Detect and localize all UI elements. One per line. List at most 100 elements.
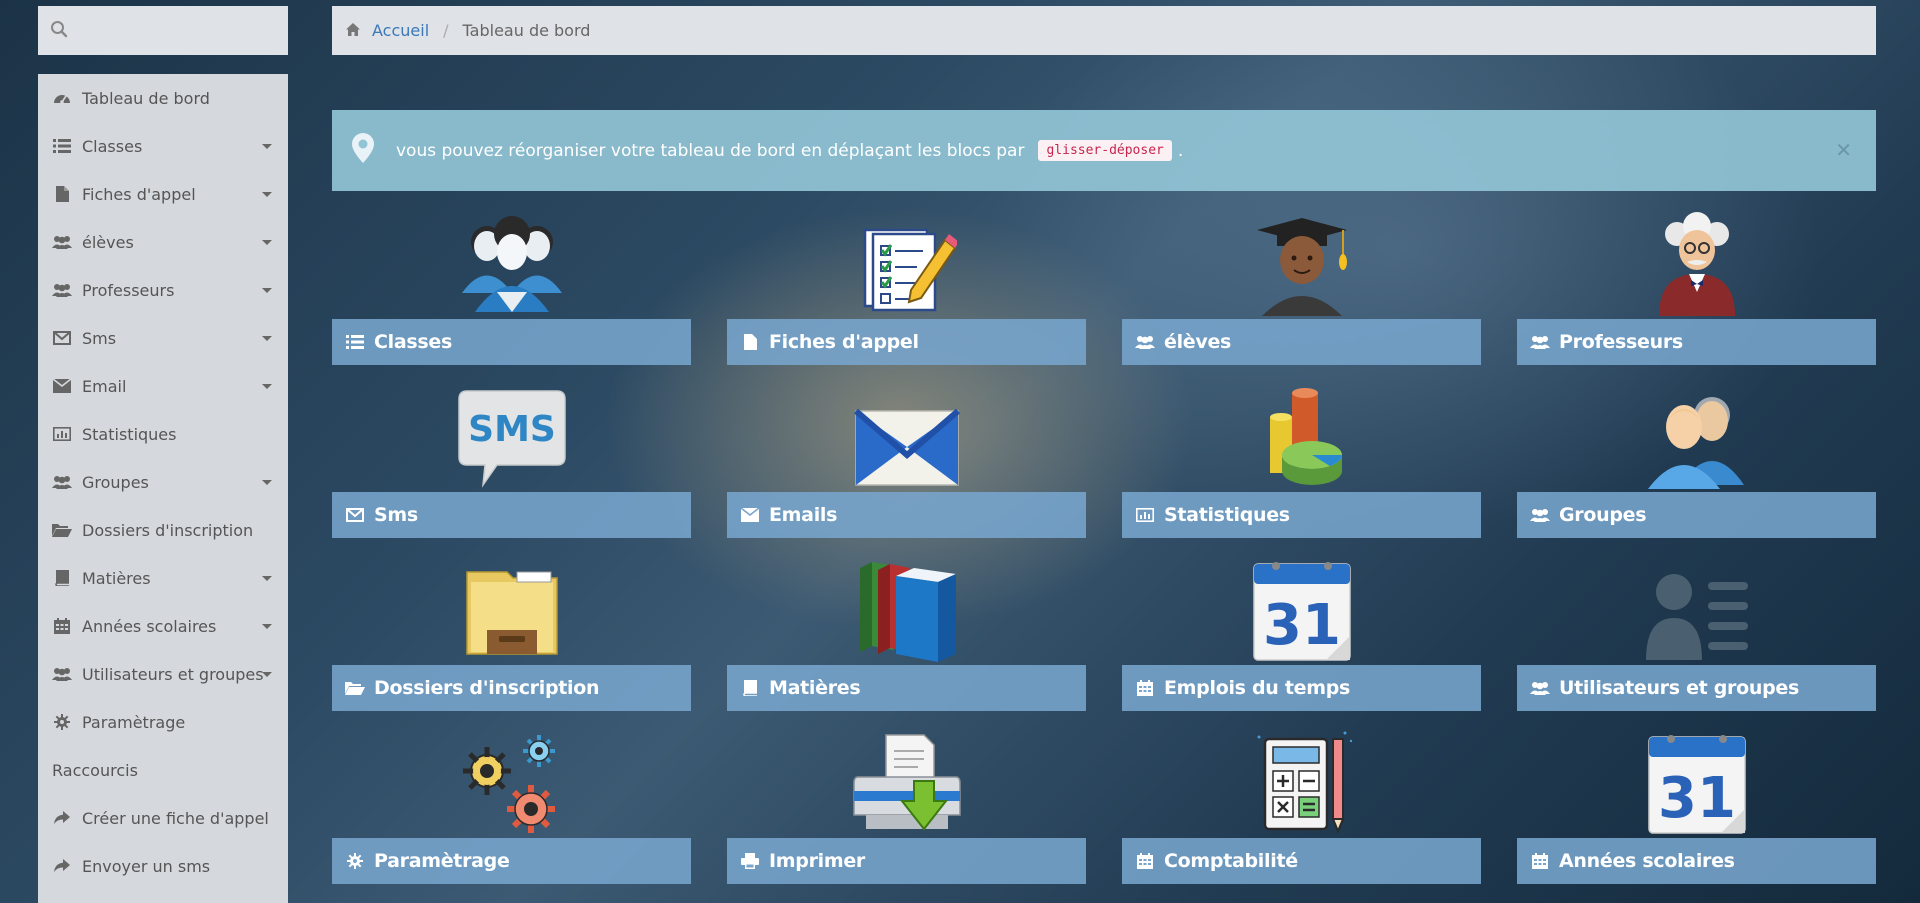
tile-bar: Fiches d'appel: [727, 319, 1086, 365]
alert-code: glisser-déposer: [1038, 140, 1172, 161]
alert-text: vous pouvez réorganiser votre tableau de…: [396, 140, 1025, 161]
caret-down-icon: [262, 672, 272, 677]
breadcrumb: Accueil / Tableau de bord: [332, 6, 1876, 55]
bar-chart-icon: [52, 426, 72, 442]
tile-comptabilite[interactable]: Comptabilité: [1122, 719, 1481, 884]
tile-bar: Comptabilité: [1122, 838, 1481, 884]
tile-bar: Imprimer: [727, 838, 1086, 884]
tile-label: Imprimer: [769, 850, 866, 872]
checklist-pencil-icon: [727, 200, 1086, 316]
sidebar-item-fiches-appel[interactable]: Fiches d'appel: [38, 170, 288, 218]
caret-down-icon: [262, 384, 272, 389]
sidebar-item-matieres[interactable]: Matières: [38, 554, 288, 602]
calculator-icon: [1122, 719, 1481, 835]
tile-fiches-appel[interactable]: Fiches d'appel: [727, 200, 1086, 365]
sidebar-item-sms[interactable]: Sms: [38, 314, 288, 362]
tile-bar: Groupes: [1517, 492, 1876, 538]
sidebar-item-label: élèves: [82, 232, 134, 252]
tile-sms[interactable]: SMS Sms: [332, 373, 691, 538]
print-icon: [739, 853, 761, 869]
tile-bar: Années scolaires: [1517, 838, 1876, 884]
tile-classes[interactable]: Classes: [332, 200, 691, 365]
list-icon: [52, 138, 72, 154]
tile-eleves[interactable]: élèves: [1122, 200, 1481, 365]
sidebar-item-tableau-de-bord[interactable]: Tableau de bord: [38, 74, 288, 122]
book-icon: [739, 680, 761, 696]
tile-utilisateurs-groupes[interactable]: Utilisateurs et groupes: [1517, 546, 1876, 711]
sidebar-item-dossiers-inscription[interactable]: Dossiers d'inscription: [38, 506, 288, 554]
sidebar-item-eleves[interactable]: élèves: [38, 218, 288, 266]
tile-label: Comptabilité: [1164, 850, 1298, 872]
tile-label: Emplois du temps: [1164, 677, 1350, 699]
shortcut-creer-fiche-appel[interactable]: Créer une fiche d'appel: [38, 794, 288, 842]
caret-down-icon: [262, 240, 272, 245]
sidebar-item-email[interactable]: Email: [38, 362, 288, 410]
alert-suffix: .: [1177, 140, 1184, 161]
envelope-outline-icon: [344, 508, 366, 522]
tile-bar: Classes: [332, 319, 691, 365]
users-icon: [1529, 681, 1551, 695]
envelope-icon: [739, 508, 761, 522]
share-icon: [52, 810, 72, 826]
sidebar-item-label: Fiches d'appel: [82, 184, 196, 204]
tile-label: Matières: [769, 677, 861, 699]
tile-parametrage[interactable]: Paramètrage: [332, 719, 691, 884]
tile-bar: Dossiers d'inscription: [332, 665, 691, 711]
search-input[interactable]: [78, 6, 278, 55]
sidebar-item-classes[interactable]: Classes: [38, 122, 288, 170]
graduate-student-icon: [1122, 200, 1481, 316]
tile-annees-scolaires[interactable]: 31 Années scolaires: [1517, 719, 1876, 884]
tile-dossiers-inscription[interactable]: Dossiers d'inscription: [332, 546, 691, 711]
mail-envelope-icon: [727, 373, 1086, 489]
close-icon[interactable]: ✕: [1835, 138, 1852, 162]
calendar-icon: [1529, 853, 1551, 869]
calendar-art-text: 31: [1263, 593, 1341, 658]
info-alert: vous pouvez réorganiser votre tableau de…: [332, 110, 1876, 191]
sidebar-item-statistiques[interactable]: Statistiques: [38, 410, 288, 458]
share-icon: [52, 858, 72, 874]
sidebar-item-parametrage[interactable]: Paramètrage: [38, 698, 288, 746]
sidebar-item-utilisateurs-groupes[interactable]: Utilisateurs et groupes: [38, 650, 288, 698]
tile-label: Classes: [374, 331, 452, 353]
tile-emails[interactable]: Emails: [727, 373, 1086, 538]
sidebar-item-groupes[interactable]: Groupes: [38, 458, 288, 506]
sidebar-item-label: Professeurs: [82, 280, 175, 300]
users-icon: [1529, 335, 1551, 349]
tile-label: Années scolaires: [1559, 850, 1735, 872]
tile-groupes[interactable]: Groupes: [1517, 373, 1876, 538]
envelope-icon: [52, 378, 72, 394]
tile-emplois-du-temps[interactable]: 31 Emplois du temps: [1122, 546, 1481, 711]
tile-statistiques[interactable]: Statistiques: [1122, 373, 1481, 538]
sidebar-search: [38, 6, 288, 55]
tile-professeurs[interactable]: Professeurs: [1517, 200, 1876, 365]
sidebar-item-label: Matières: [82, 568, 151, 588]
caret-down-icon: [262, 192, 272, 197]
shortcut-label: Créer une fiche d'appel: [82, 808, 269, 828]
list-icon: [344, 335, 366, 349]
calendar-icon: [1134, 853, 1156, 869]
tile-label: élèves: [1164, 331, 1232, 353]
shortcut-label: Envoyer un sms: [82, 856, 211, 876]
caret-down-icon: [262, 288, 272, 293]
shortcut-envoyer-sms[interactable]: Envoyer un sms: [38, 842, 288, 890]
caret-down-icon: [262, 144, 272, 149]
breadcrumb-home-link[interactable]: Accueil: [372, 21, 429, 40]
sidebar-item-annees-scolaires[interactable]: Années scolaires: [38, 602, 288, 650]
search-icon: [50, 20, 68, 42]
file-cabinet-folder-icon: [332, 546, 691, 662]
sidebar-item-label: Classes: [82, 136, 143, 156]
pie-chart-3d-icon: [1122, 373, 1481, 489]
sidebar-item-label: Groupes: [82, 472, 149, 492]
breadcrumb-current: Tableau de bord: [462, 21, 591, 40]
sms-bubble-icon: SMS: [332, 373, 691, 489]
tile-matieres[interactable]: Matières: [727, 546, 1086, 711]
book-icon: [52, 570, 72, 586]
tile-label: Dossiers d'inscription: [374, 677, 600, 699]
tile-imprimer[interactable]: Imprimer: [727, 719, 1086, 884]
tile-label: Paramètrage: [374, 850, 510, 872]
caret-down-icon: [262, 576, 272, 581]
sidebar-item-professeurs[interactable]: Professeurs: [38, 266, 288, 314]
users-icon: [1134, 335, 1156, 349]
folder-open-icon: [52, 522, 72, 538]
gear-icon: [344, 853, 366, 869]
